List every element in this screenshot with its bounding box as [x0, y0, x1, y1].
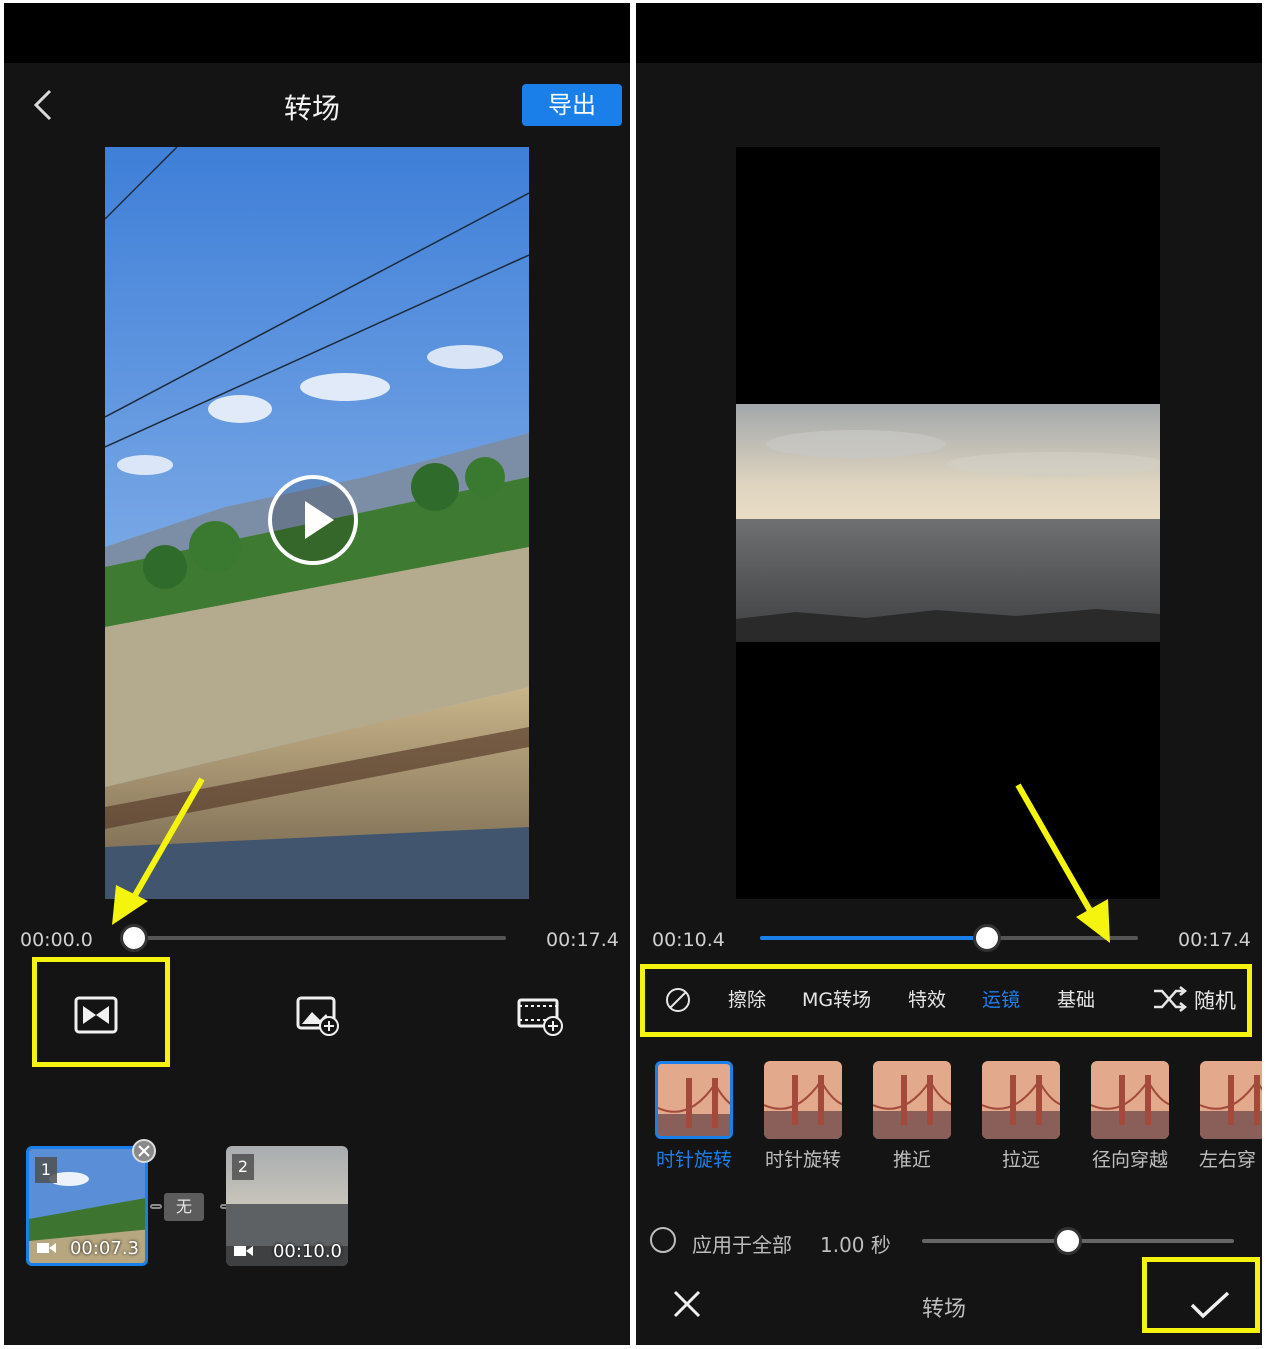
transition-editor-panel: 转场 导出 00:00.0 00:17.4 1 00:07.3 无 2 00:1…: [4, 3, 630, 1345]
effect-label-5: 径向穿越: [1091, 1149, 1168, 1171]
effect-thumb-6[interactable]: [1200, 1061, 1262, 1139]
annotation-arrow: [112, 777, 205, 925]
add-image-button[interactable]: [296, 996, 342, 1042]
add-video-icon: [517, 998, 563, 1036]
bridge-icon: [1091, 1061, 1169, 1139]
clip-2[interactable]: 2 00:10.0: [226, 1146, 348, 1266]
bridge-icon: [764, 1061, 842, 1139]
highlight-box: [32, 957, 170, 1067]
transition-badge[interactable]: 无: [164, 1193, 204, 1221]
annotation-arrow: [1015, 783, 1110, 943]
export-button[interactable]: 导出: [522, 84, 622, 126]
total-time: 00:17.4: [546, 929, 619, 951]
clip-index: 2: [232, 1154, 254, 1180]
total-time: 00:17.4: [1178, 929, 1251, 951]
status-bar: [4, 3, 630, 63]
current-time: 00:00.0: [20, 929, 93, 951]
close-icon: [673, 1290, 701, 1318]
effect-thumb-5[interactable]: [1091, 1061, 1169, 1139]
effect-label-1: 时针旋转: [655, 1149, 732, 1171]
preview-image: [736, 404, 1160, 642]
bridge-icon: [658, 1064, 730, 1136]
clip-index: 1: [35, 1157, 57, 1183]
video-icon: [37, 1243, 56, 1253]
apply-all-radio[interactable]: [650, 1227, 676, 1253]
play-icon: [305, 501, 334, 539]
page-title: 转场: [284, 92, 341, 125]
progress-track[interactable]: [134, 936, 506, 940]
current-time: 00:10.4: [652, 929, 725, 951]
bridge-icon: [873, 1061, 951, 1139]
highlight-box: [1142, 1257, 1260, 1333]
bottom-title: 转场: [922, 1297, 967, 1322]
add-video-button[interactable]: [517, 996, 565, 1042]
bridge-icon: [982, 1061, 1060, 1139]
play-button[interactable]: [268, 475, 358, 565]
effect-label-4: 拉远: [1001, 1149, 1040, 1171]
duration-knob[interactable]: [1054, 1227, 1082, 1255]
apply-all-label: 应用于全部: [692, 1233, 792, 1257]
highlight-box: [640, 964, 1252, 1037]
effect-thumb-1[interactable]: [655, 1061, 733, 1139]
effect-thumb-2[interactable]: [764, 1061, 842, 1139]
progress-fill: [760, 936, 986, 940]
add-image-icon: [296, 996, 339, 1036]
remove-icon: [138, 1145, 150, 1157]
clip-1[interactable]: 1 00:07.3: [26, 1146, 148, 1266]
back-button[interactable]: [28, 85, 58, 129]
clip-duration: 00:07.3: [69, 1238, 139, 1259]
status-bar: [636, 3, 1262, 63]
transition-picker-panel: 00:10.4 00:17.4 擦除 MG转场 特效 运镜 基础 随机 时针旋转…: [636, 3, 1262, 1345]
remove-clip-button[interactable]: [132, 1139, 156, 1163]
progress-knob[interactable]: [973, 924, 1001, 952]
bridge-icon: [1200, 1061, 1262, 1139]
clip-duration: 00:10.0: [272, 1241, 342, 1262]
cancel-button[interactable]: [672, 1289, 702, 1323]
video-icon: [234, 1246, 253, 1256]
effect-label-3: 推近: [892, 1149, 931, 1171]
effect-label-6: 左右穿: [1199, 1149, 1257, 1171]
effect-thumb-4[interactable]: [982, 1061, 1060, 1139]
effect-thumb-3[interactable]: [873, 1061, 951, 1139]
back-icon: [33, 89, 52, 121]
effect-label-2: 时针旋转: [764, 1149, 841, 1171]
duration-value: 1.00 秒: [820, 1233, 891, 1257]
